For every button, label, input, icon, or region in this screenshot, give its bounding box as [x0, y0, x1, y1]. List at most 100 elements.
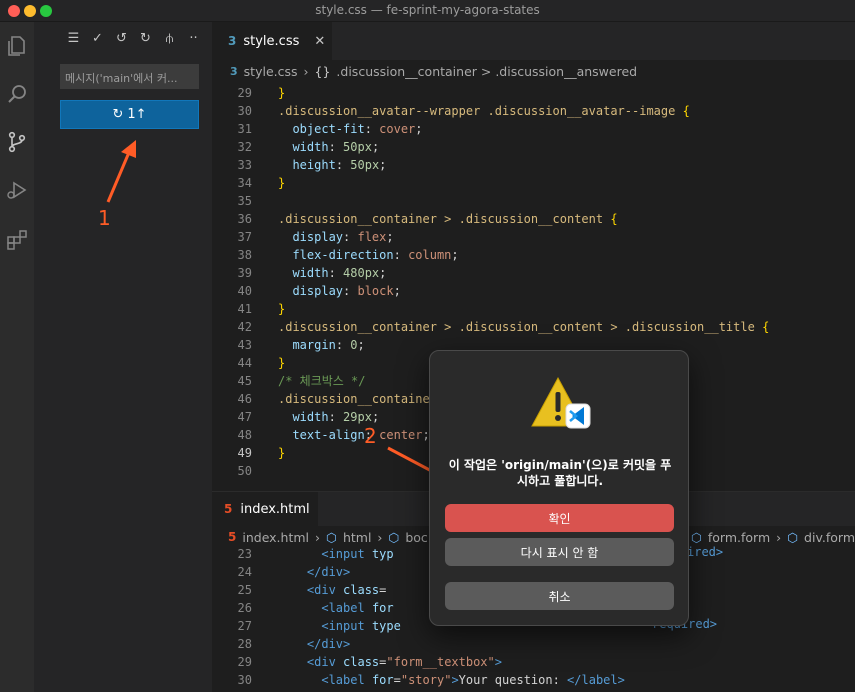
view-as-tree-icon[interactable]: ☰ [64, 31, 83, 46]
code-line[interactable]: 32 width: 50px; [212, 138, 855, 156]
chevron-right-icon: › [315, 529, 321, 545]
line-number: 47 [237, 410, 252, 424]
refresh-icon[interactable]: ↻ [136, 31, 155, 46]
code-token: = [379, 583, 387, 597]
run-debug-icon[interactable] [5, 178, 29, 202]
commit-message-input[interactable]: 메시지('main'에서 커... [60, 64, 199, 89]
code-token: : [364, 122, 380, 136]
line-number: 31 [237, 122, 252, 136]
line-content: <div class="form__textbox"> [278, 653, 502, 671]
code-line[interactable]: 38 flex-direction: column; [212, 246, 855, 264]
code-token: ; [386, 230, 394, 244]
source-control-icon[interactable] [5, 130, 29, 154]
code-token: > [451, 673, 459, 687]
code-line[interactable]: 28 </div> [212, 635, 855, 653]
code-line[interactable]: 40 display: block; [212, 282, 855, 300]
line-content: <label for="story">Your question: </labe… [278, 671, 624, 689]
code-line[interactable]: 30 .discussion__avatar--wrapper .discussi… [212, 102, 855, 120]
code-token: flex [357, 230, 387, 244]
code-line[interactable]: 29 <div class="form__textbox"> [212, 653, 855, 671]
breadcrumb-symbol[interactable]: .discussion__container > .discussion__an… [336, 64, 637, 79]
breadcrumb-item[interactable]: boc [405, 530, 427, 545]
code-line[interactable]: 39 width: 480px; [212, 264, 855, 282]
title-bar: style.css — fe-sprint-my-agora-states [0, 0, 855, 22]
line-number: 45 [237, 374, 252, 388]
code-token: } [278, 176, 286, 190]
confirm-push-dialog: 이 작업은 'origin/main'(으)로 커밋을 푸시하고 풀합니다. 확… [429, 350, 689, 626]
code-line[interactable]: 30 <label for="story">Your question: </l… [212, 671, 855, 689]
more-actions-icon[interactable]: ·· [184, 31, 203, 46]
line-number: 30 [237, 673, 252, 687]
commit-check-icon[interactable]: ✓ [88, 31, 107, 46]
code-line[interactable]: 42 .discussion__container > .discussion__… [212, 318, 855, 336]
line-number: 28 [237, 637, 252, 651]
code-token: : [393, 248, 409, 262]
line-content: .discussion__container > .discussion__co… [278, 210, 618, 228]
code-token: display [292, 284, 344, 298]
cancel-button[interactable]: 취소 [445, 582, 674, 610]
code-line[interactable]: 35 [212, 192, 855, 210]
code-token: { [682, 104, 690, 118]
tab-index-html[interactable]: 5 index.html [212, 492, 318, 526]
line-content: <label for [278, 599, 394, 617]
element-icon: ⬡ [690, 529, 702, 545]
files-icon[interactable] [5, 34, 29, 58]
tab-style-css[interactable]: 3 style.css ✕ [212, 22, 332, 60]
history-icon[interactable]: ↺ [112, 31, 131, 46]
line-content: } [278, 300, 285, 318]
dont-show-again-button[interactable]: 다시 표시 안 함 [445, 538, 674, 566]
code-token: ; [371, 410, 380, 424]
line-number: 43 [237, 338, 252, 352]
confirm-button[interactable]: 확인 [445, 504, 674, 532]
code-token: .discussion__avatar--wrapper .discussion… [278, 104, 683, 118]
code-token: : [343, 230, 358, 244]
line-number: 30 [237, 104, 252, 118]
line-content: <input typ [278, 545, 394, 563]
breadcrumb-item[interactable]: form.form [708, 530, 770, 545]
line-content: } [278, 354, 285, 372]
sync-changes-button[interactable]: ↻ 1↑ [60, 100, 199, 129]
line-number: 44 [237, 356, 252, 370]
extensions-icon[interactable] [5, 228, 29, 252]
code-line[interactable]: 33 height: 50px; [212, 156, 855, 174]
code-token: : [343, 284, 358, 298]
code-token: ; [415, 122, 423, 136]
code-token: 50px [343, 140, 372, 154]
code-token: typ [371, 547, 394, 561]
element-icon: ⬡ [326, 529, 337, 545]
code-token: for [371, 601, 394, 615]
line-number: 36 [237, 212, 252, 226]
code-line[interactable]: 41} [212, 300, 855, 318]
line-number: 39 [237, 266, 252, 280]
code-line[interactable]: 29} [212, 84, 855, 102]
html-file-icon: 5 [228, 530, 237, 544]
sync-label: 1↑ [127, 107, 147, 122]
code-line[interactable]: 34} [212, 174, 855, 192]
code-line[interactable]: 31 object-fit: cover; [212, 120, 855, 138]
line-content: <div class= [278, 581, 386, 599]
code-token: ; [379, 158, 387, 172]
search-icon[interactable] [5, 82, 29, 106]
code-token: 0 [350, 338, 358, 352]
breadcrumb-file[interactable]: style.css [244, 64, 298, 79]
code-line[interactable]: 37 display: flex; [212, 228, 855, 246]
breadcrumb-item[interactable]: html [343, 530, 371, 545]
close-tab-icon[interactable]: ✕ [314, 34, 325, 49]
warning-icon [531, 376, 591, 429]
code-token: > [494, 655, 502, 669]
breadcrumb-item[interactable]: index.html [242, 530, 309, 545]
line-content: text-align: center; [278, 426, 429, 444]
code-token: <div [306, 583, 344, 597]
graph-icon[interactable]: ⫛ [160, 31, 179, 46]
code-token: <input [321, 547, 372, 561]
code-token: } [278, 86, 286, 100]
code-line[interactable]: 36 .discussion__container > .discussion__… [212, 210, 855, 228]
breadcrumb-item[interactable]: div.form [804, 530, 855, 545]
